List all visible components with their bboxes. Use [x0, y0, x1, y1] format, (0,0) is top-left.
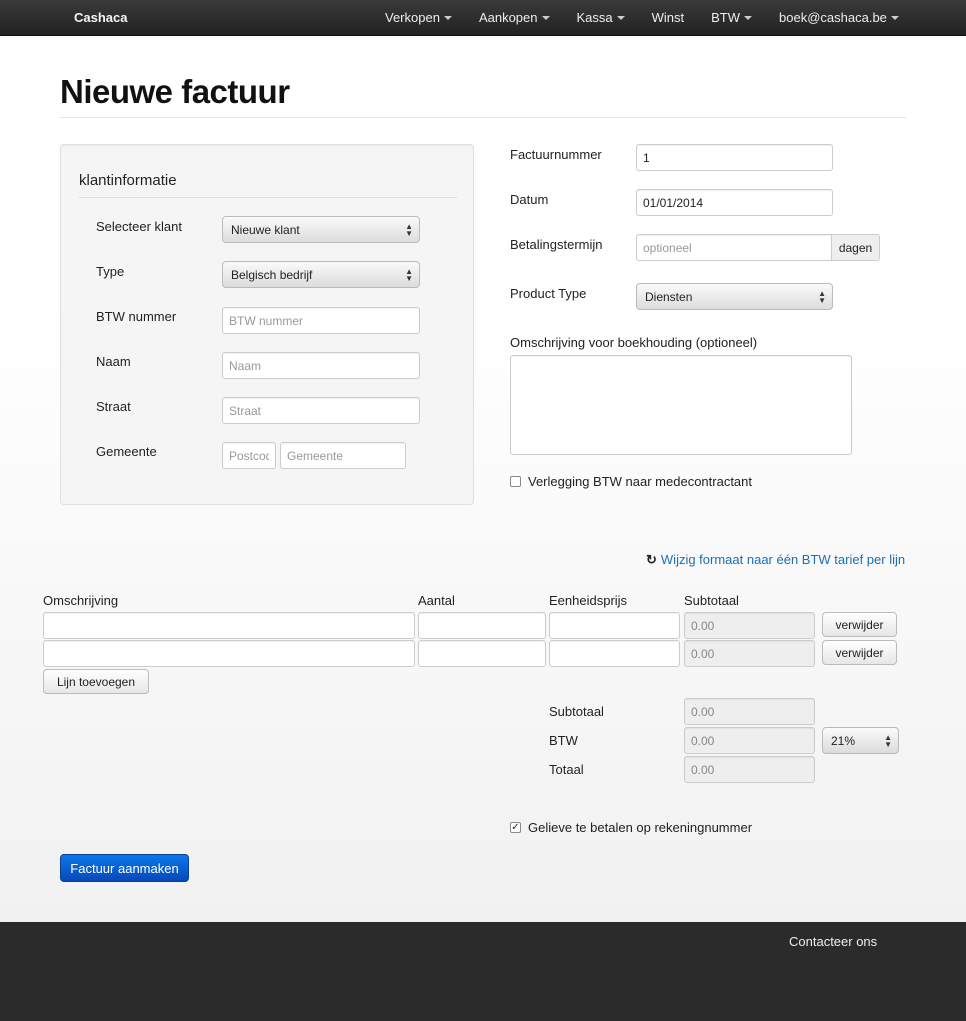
postcode-input[interactable] — [222, 442, 276, 469]
client-info-title: klantinformatie — [79, 172, 177, 189]
invoice-number-label: Factuurnummer — [510, 147, 602, 162]
column-header-quantity: Aantal — [418, 593, 455, 608]
city-label: Gemeente — [96, 444, 157, 459]
payment-term-input[interactable] — [636, 234, 832, 261]
product-type-value: Diensten — [645, 289, 693, 304]
updown-arrows-icon: ▲ ▼ — [405, 222, 413, 238]
line-2-quantity-input[interactable] — [418, 640, 546, 667]
totals-subtotal-output — [684, 698, 815, 725]
invoice-number-input[interactable] — [636, 144, 833, 171]
vat-rate-dropdown[interactable]: 21% ▲ ▼ — [822, 727, 899, 754]
line-1-description-input[interactable] — [43, 612, 415, 639]
payment-term-label: Betalingstermijn — [510, 237, 603, 252]
type-dropdown[interactable]: Belgisch bedrijf ▲ ▼ — [222, 261, 420, 288]
street-input[interactable] — [222, 397, 420, 424]
caret-down-icon — [443, 16, 452, 20]
change-format-text: Wijzig formaat naar één BTW tarief per l… — [660, 552, 906, 567]
nav-winst[interactable]: Winst — [652, 10, 685, 25]
date-input[interactable] — [636, 189, 833, 216]
line-2-description-input[interactable] — [43, 640, 415, 667]
totals-vat-output — [684, 727, 815, 754]
select-client-dropdown[interactable]: Nieuwe klant ▲ ▼ — [222, 216, 420, 243]
product-type-dropdown[interactable]: Diensten ▲ ▼ — [636, 283, 833, 310]
top-navbar: Cashaca Verkopen Aankopen Kassa Winst BT… — [0, 0, 966, 36]
accounting-description-textarea[interactable] — [510, 355, 852, 455]
updown-arrows-icon: ▲ ▼ — [818, 289, 826, 305]
main-nav: Verkopen Aankopen Kassa Winst BTW boek@c… — [385, 10, 926, 25]
caret-down-icon — [890, 16, 899, 20]
line-2-subtotal-output — [684, 640, 815, 667]
reverse-charge-checkbox[interactable] — [510, 476, 521, 487]
nav-user-account[interactable]: boek@cashaca.be — [779, 10, 899, 25]
date-label: Datum — [510, 192, 549, 207]
updown-arrows-icon: ▲ ▼ — [884, 733, 892, 749]
caret-down-icon — [541, 16, 550, 20]
updown-arrows-icon: ▲ ▼ — [405, 267, 413, 283]
days-addon: dagen — [832, 234, 880, 261]
vat-number-input[interactable] — [222, 307, 420, 334]
nav-kassa[interactable]: Kassa — [577, 10, 625, 25]
line-2-remove-button[interactable]: verwijder — [822, 640, 897, 665]
city-input[interactable] — [280, 442, 406, 469]
change-format-link[interactable]: ↻ Wijzig formaat naar één BTW tarief per … — [646, 552, 905, 568]
vat-rate-value: 21% — [831, 733, 856, 748]
totals-total-label: Totaal — [549, 762, 584, 777]
type-label: Type — [96, 264, 125, 279]
client-info-divider — [79, 197, 457, 198]
street-label: Straat — [96, 399, 131, 414]
column-header-subtotal: Subtotaal — [684, 593, 739, 608]
vat-number-label: BTW nummer — [96, 309, 177, 324]
line-1-quantity-input[interactable] — [418, 612, 546, 639]
line-2-unit-price-input[interactable] — [549, 640, 680, 667]
accounting-description-label: Omschrijving voor boekhouding (optioneel… — [510, 335, 758, 350]
column-header-description: Omschrijving — [43, 593, 119, 608]
page-footer: Contacteer ons — [0, 922, 966, 1021]
pay-account-label: Gelieve te betalen op rekeningnummer — [528, 820, 753, 835]
page-title: Nieuwe factuur — [60, 73, 290, 110]
totals-vat-label: BTW — [549, 733, 578, 748]
select-client-label: Selecteer klant — [96, 219, 182, 234]
caret-down-icon — [616, 16, 625, 20]
caret-down-icon — [744, 16, 753, 20]
line-1-subtotal-output — [684, 612, 815, 639]
nav-verkopen[interactable]: Verkopen — [385, 10, 452, 25]
column-header-unit-price: Eenheidsprijs — [549, 593, 628, 608]
type-value: Belgisch bedrijf — [231, 267, 313, 282]
add-line-button[interactable]: Lijn toevoegen — [43, 669, 149, 694]
name-label: Naam — [96, 354, 131, 369]
name-input[interactable] — [222, 352, 420, 379]
nav-btw[interactable]: BTW — [711, 10, 753, 25]
line-1-remove-button[interactable]: verwijder — [822, 612, 897, 637]
create-invoice-button[interactable]: Factuur aanmaken — [60, 854, 189, 882]
line-1-unit-price-input[interactable] — [549, 612, 680, 639]
contact-link[interactable]: Contacteer ons — [789, 934, 877, 949]
totals-total-output — [684, 756, 815, 783]
refresh-icon: ↻ — [646, 552, 657, 567]
totals-subtotal-label: Subtotaal — [549, 704, 604, 719]
brand-logo[interactable]: Cashaca — [74, 10, 127, 25]
pay-account-checkbox[interactable]: ✓ — [510, 822, 521, 833]
title-divider — [60, 117, 906, 118]
nav-aankopen[interactable]: Aankopen — [479, 10, 550, 25]
select-client-value: Nieuwe klant — [231, 222, 300, 237]
reverse-charge-label: Verlegging BTW naar medecontractant — [528, 474, 753, 489]
product-type-label: Product Type — [510, 286, 587, 301]
